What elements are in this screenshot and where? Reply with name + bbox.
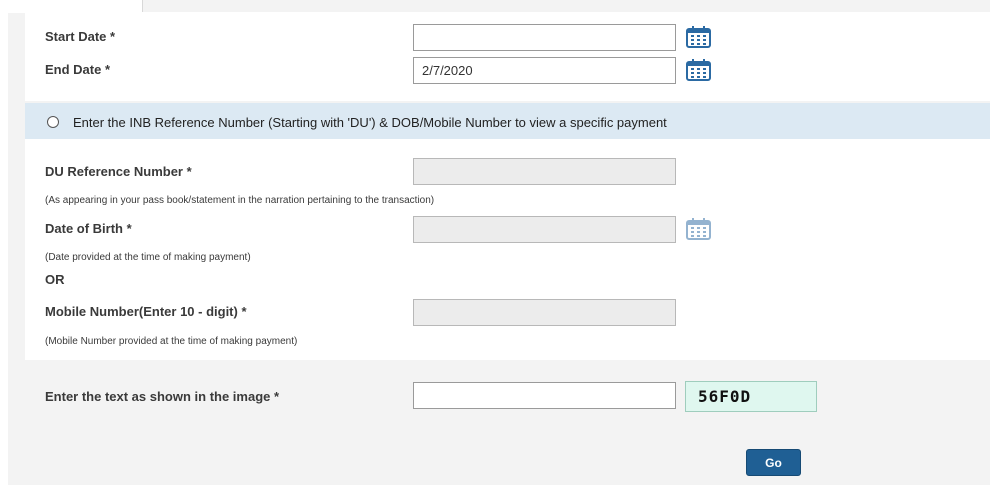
specific-payment-radio[interactable]	[47, 116, 59, 128]
dob-input[interactable]	[413, 216, 676, 243]
du-reference-label: DU Reference Number *	[45, 164, 192, 179]
start-date-label: Start Date *	[45, 29, 116, 44]
calendar-icon[interactable]	[686, 26, 711, 53]
calendar-icon[interactable]	[686, 218, 711, 245]
mobile-number-hint: (Mobile Number provided at the time of m…	[45, 336, 298, 347]
end-date-label: End Date *	[45, 62, 111, 77]
or-separator: OR	[45, 272, 65, 287]
dob-label: Date of Birth *	[45, 221, 132, 236]
end-date-input[interactable]	[413, 57, 676, 84]
captcha-image: 56F0D	[685, 381, 817, 412]
start-date-input[interactable]	[413, 24, 676, 51]
captcha-input[interactable]	[413, 382, 676, 409]
du-reference-hint: (As appearing in your pass book/statemen…	[45, 195, 435, 206]
calendar-icon[interactable]	[686, 59, 711, 86]
go-button[interactable]: Go	[746, 449, 801, 476]
mobile-number-label: Mobile Number(Enter 10 - digit) *	[45, 304, 247, 319]
mobile-number-input[interactable]	[413, 299, 676, 326]
specific-payment-radio-label[interactable]: Enter the INB Reference Number (Starting…	[73, 115, 667, 130]
captcha-label: Enter the text as shown in the image *	[45, 389, 280, 404]
dob-hint: (Date provided at the time of making pay…	[45, 252, 251, 263]
du-reference-input[interactable]	[413, 158, 676, 185]
